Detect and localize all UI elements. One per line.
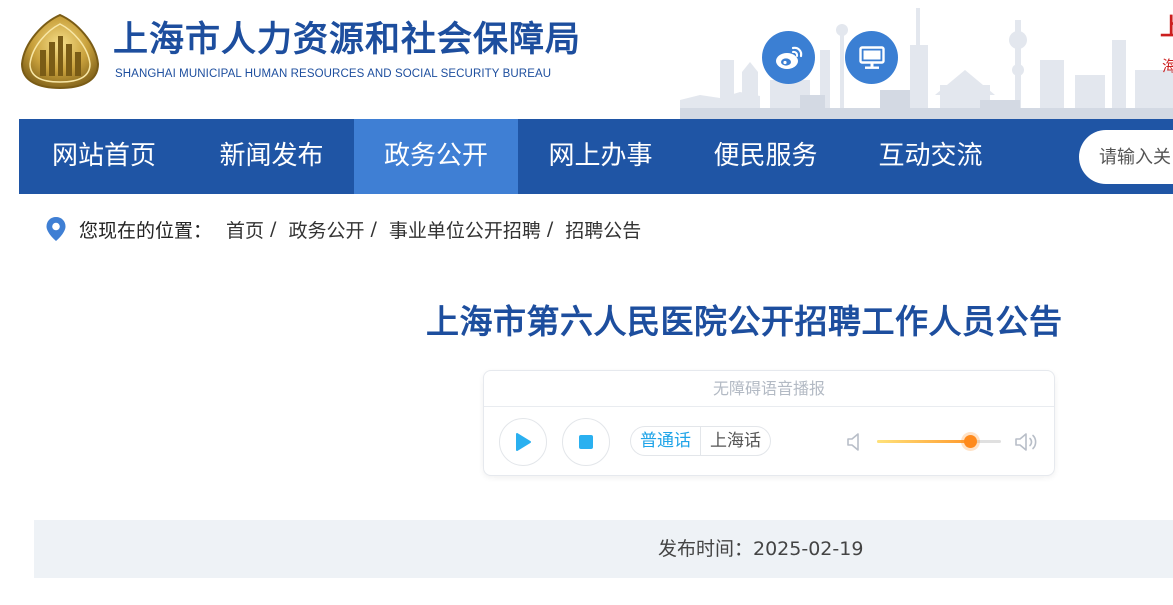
nav-item-interaction[interactable]: 互动交流 [848,119,1013,194]
location-pin-icon [46,217,66,241]
breadcrumb-government-affairs[interactable]: 政务公开 [288,216,364,243]
publish-date: 发布时间：2025-02-19 [658,538,864,560]
stop-button[interactable] [562,418,610,466]
player-header: 无障碍语音播报 [484,371,1054,407]
language-switch: 普通话 上海话 [630,426,771,456]
breadcrumb: 您现在的位置： 首页 / 政务公开 / 事业单位公开招聘 / 招聘公告 [45,215,641,243]
breadcrumb-home[interactable]: 首页 [226,216,264,243]
language-shanghainese-option[interactable]: 上海话 [700,427,770,455]
breadcrumb-separator: / [270,218,277,240]
main-nav: 网站首页 新闻发布 政务公开 网上办事 便民服务 互动交流 [19,119,1173,194]
header-edge-text: 上 [1160,13,1173,41]
volume-slider-fill [877,440,970,443]
desktop-monitor-icon [858,45,885,69]
breadcrumb-announcement[interactable]: 招聘公告 [565,216,641,243]
volume-low-icon [847,433,859,451]
desktop-version-button[interactable] [845,31,898,84]
nav-item-online-services[interactable]: 网上办事 [518,119,683,194]
article-title: 上海市第六人民医院公开招聘工作人员公告 [426,302,1063,341]
language-mandarin-option[interactable]: 普通话 [631,427,700,455]
weibo-icon [775,46,802,69]
breadcrumb-public-recruitment[interactable]: 事业单位公开招聘 [389,216,541,243]
weibo-button[interactable] [762,31,815,84]
volume-slider-thumb[interactable] [964,435,977,448]
nav-item-public-services[interactable]: 便民服务 [683,119,848,194]
site-title: 上海市人力资源和社会保障局 [113,20,582,60]
play-icon [516,433,531,451]
search-box [1079,130,1173,184]
breadcrumb-label: 您现在的位置： [79,219,213,242]
skyline-decoration [680,8,1173,119]
nav-item-news[interactable]: 新闻发布 [189,119,354,194]
nav-item-government-affairs[interactable]: 政务公开 [354,119,518,194]
publish-info-bar: 发布时间：2025-02-19 [34,520,1173,578]
play-button[interactable] [499,418,547,466]
nav-item-home[interactable]: 网站首页 [19,119,189,194]
site-header: 上海市人力资源和社会保障局 SHANGHAI MUNICIPAL HUMAN R… [0,0,1173,119]
bureau-logo [20,13,100,90]
search-input[interactable] [1099,130,1173,184]
accessibility-audio-player: 无障碍语音播报 普通话 上海话 [483,370,1055,476]
breadcrumb-separator: / [370,218,377,240]
site-subtitle: SHANGHAI MUNICIPAL HUMAN RESOURCES AND S… [115,68,552,80]
breadcrumb-separator: / [546,218,554,240]
volume-slider[interactable] [877,435,1001,448]
header-edge-subtext: 海 [1162,57,1173,75]
volume-high-icon [1015,433,1037,451]
stop-icon [579,435,593,449]
